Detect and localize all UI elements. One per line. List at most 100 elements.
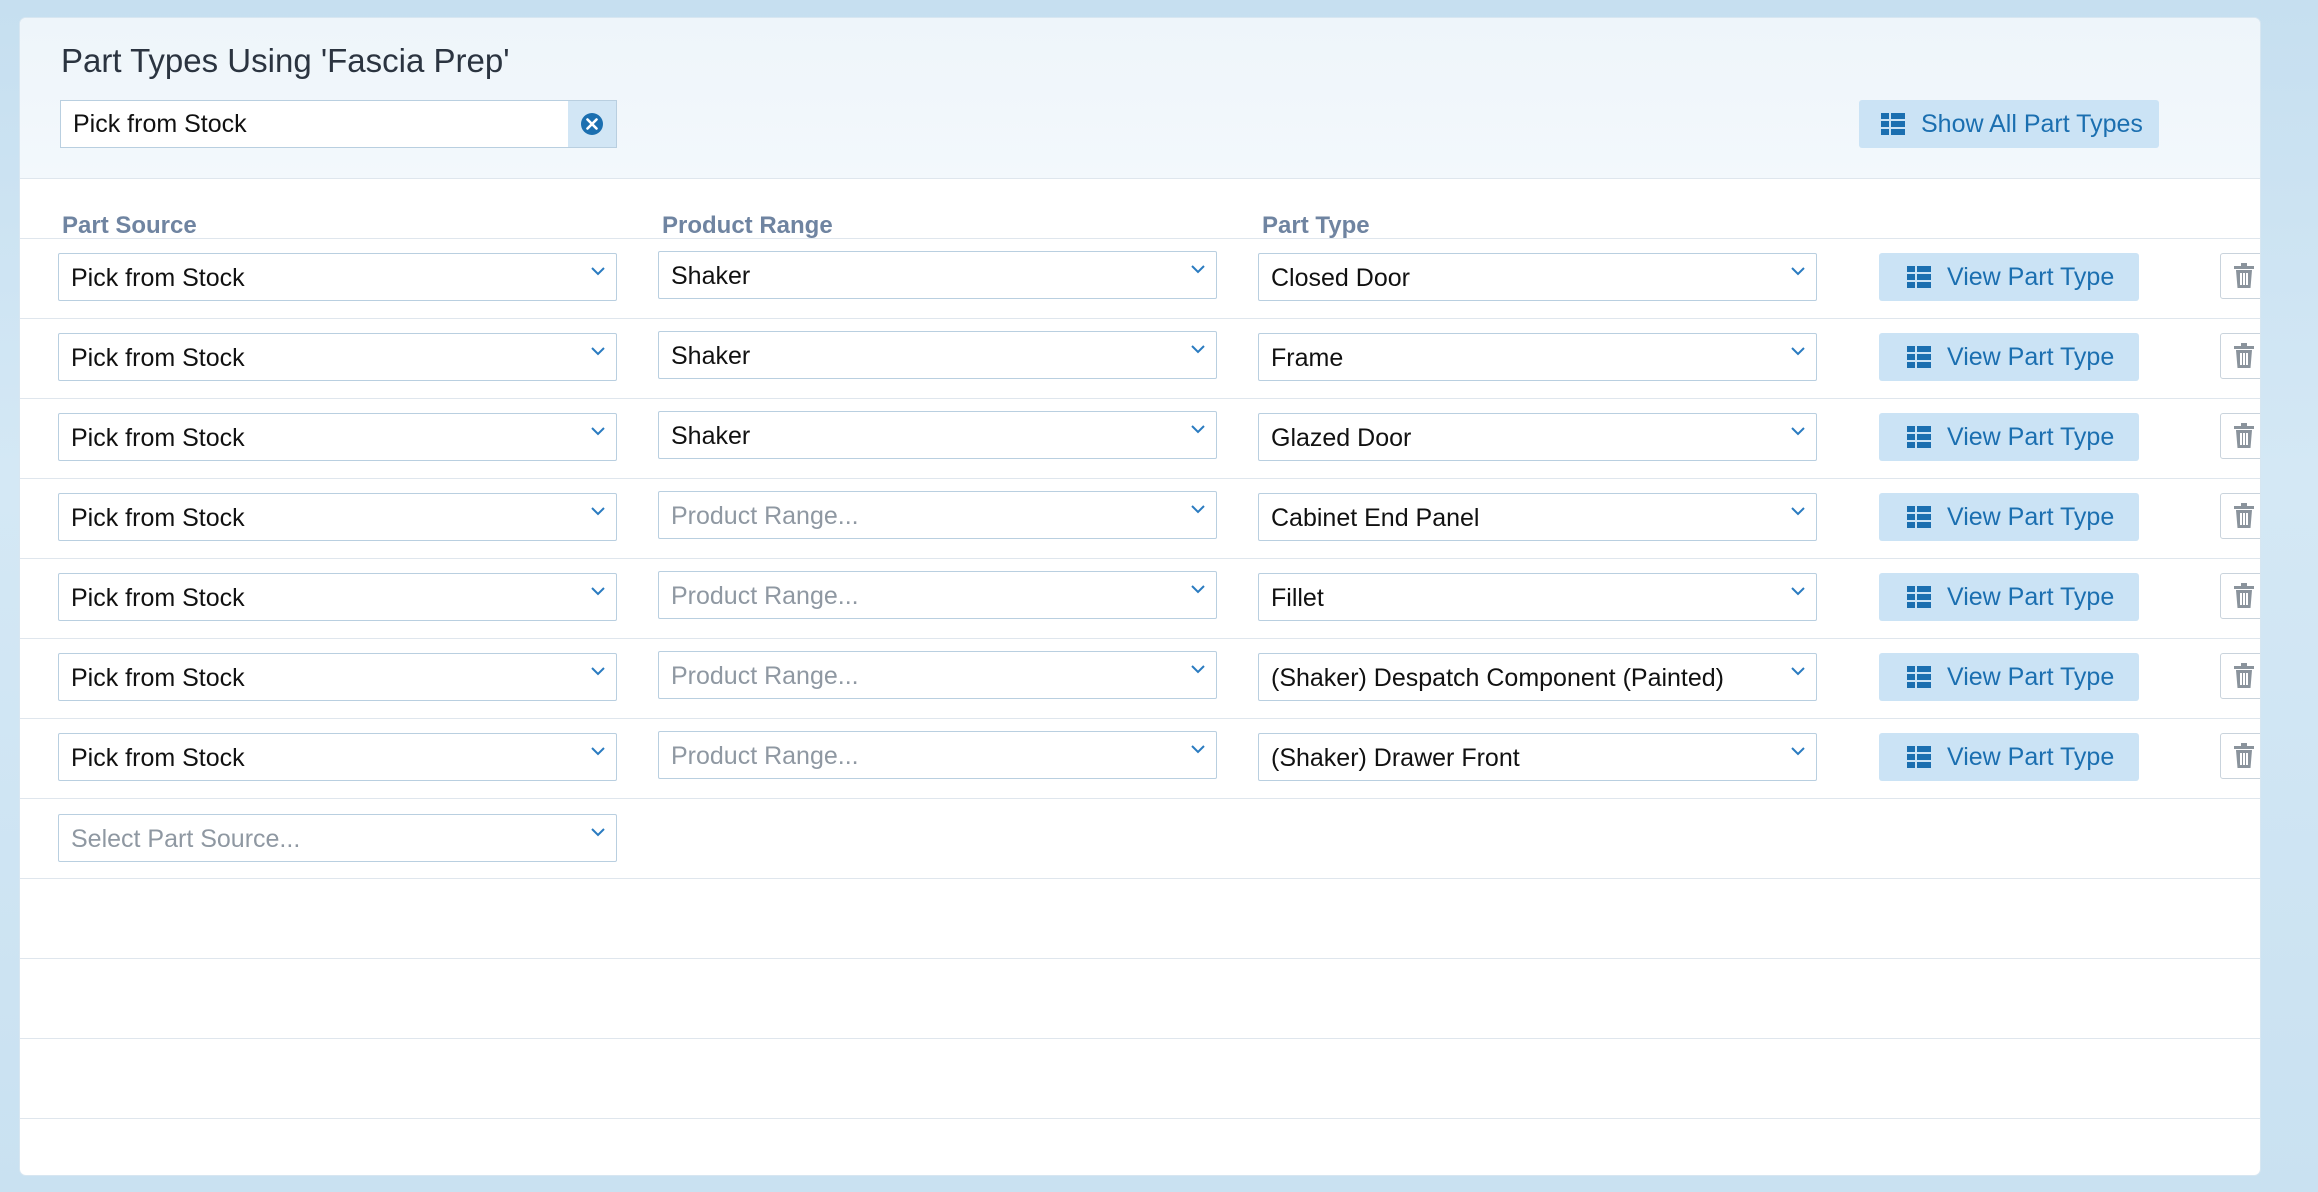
part-source-value: Pick from Stock [71,264,245,292]
chevron-down-icon [591,747,605,756]
product-range-select[interactable]: Product Range... [658,571,1217,619]
show-all-label: Show All Part Types [1921,109,2143,138]
part-type-select[interactable]: Glazed Door [1258,413,1817,461]
chevron-down-icon [1191,265,1205,274]
grid-icon [1907,746,1931,768]
delete-row-button[interactable] [2220,493,2260,539]
part-type-value: (Shaker) Drawer Front [1271,744,1520,772]
grid-icon [1907,346,1931,368]
part-source-select[interactable]: Pick from Stock [58,653,617,701]
part-source-select[interactable]: Pick from Stock [58,413,617,461]
part-source-select[interactable]: Pick from Stock [58,253,617,301]
delete-row-button[interactable] [2220,413,2260,459]
panel-header: Part Types Using 'Fascia Prep' Pick from… [20,18,2260,178]
view-part-type-label: View Part Type [1947,582,2115,611]
chevron-down-icon [1191,425,1205,434]
clear-filter-button[interactable] [568,101,616,147]
grid-icon [1907,506,1931,528]
part-type-select[interactable]: (Shaker) Drawer Front [1258,733,1817,781]
grid-icon [1907,266,1931,288]
part-source-filter[interactable]: Pick from Stock [60,100,617,148]
part-source-value: Pick from Stock [71,424,245,452]
table-row: Pick from Stock Shaker Closed Door View Par… [20,238,2260,318]
chevron-down-icon [591,828,605,837]
chevron-down-icon [591,507,605,516]
view-part-type-button[interactable]: View Part Type [1879,573,2139,621]
part-source-value: Pick from Stock [71,584,245,612]
row-divider [20,1038,2260,1039]
row-divider [20,958,2260,959]
trash-icon [2234,743,2254,768]
product-range-select[interactable]: Product Range... [658,731,1217,779]
part-source-select[interactable]: Pick from Stock [58,493,617,541]
part-type-select[interactable]: Fillet [1258,573,1817,621]
chevron-down-icon [1791,747,1805,756]
show-all-part-types-button[interactable]: Show All Part Types [1859,100,2159,148]
chevron-down-icon [1191,665,1205,674]
part-source-value: Pick from Stock [71,664,245,692]
product-range-select[interactable]: Shaker [658,251,1217,299]
delete-row-button[interactable] [2220,733,2260,779]
product-range-select[interactable]: Product Range... [658,651,1217,699]
delete-row-button[interactable] [2220,573,2260,619]
part-type-value: Fillet [1271,584,1324,612]
table-row: Pick from Stock Product Range... (Shaker) … [20,718,2260,798]
view-part-type-button[interactable]: View Part Type [1879,493,2139,541]
part-type-select[interactable]: Closed Door [1258,253,1817,301]
product-range-value: Product Range... [671,582,859,610]
table-row: Pick from Stock Product Range... Fillet Vie… [20,558,2260,638]
part-source-value: Pick from Stock [71,344,245,372]
delete-row-button[interactable] [2220,333,2260,379]
filter-value[interactable]: Pick from Stock [73,110,247,139]
product-range-select[interactable]: Product Range... [658,491,1217,539]
view-part-type-label: View Part Type [1947,422,2115,451]
chevron-down-icon [591,667,605,676]
trash-icon [2234,343,2254,368]
view-part-type-button[interactable]: View Part Type [1879,653,2139,701]
table-row: Pick from Stock Product Range... (Shaker) … [20,638,2260,718]
part-type-select[interactable]: Frame [1258,333,1817,381]
view-part-type-button[interactable]: View Part Type [1879,733,2139,781]
product-range-select[interactable]: Shaker [658,411,1217,459]
chevron-down-icon [591,427,605,436]
part-type-select[interactable]: (Shaker) Despatch Component (Painted) [1258,653,1817,701]
chevron-down-icon [1791,507,1805,516]
product-range-select[interactable]: Shaker [658,331,1217,379]
chevron-down-icon [1191,585,1205,594]
row-divider [20,878,2260,879]
view-part-type-button[interactable]: View Part Type [1879,413,2139,461]
delete-row-button[interactable] [2220,653,2260,699]
new-row: Select Part Source... [20,798,2260,878]
view-part-type-label: View Part Type [1947,262,2115,291]
new-part-source-placeholder: Select Part Source... [71,825,301,853]
header-divider [20,178,2260,179]
chevron-down-icon [591,347,605,356]
table-row: Pick from Stock Product Range... Cabinet E… [20,478,2260,558]
part-source-select[interactable]: Pick from Stock [58,573,617,621]
chevron-down-icon [1191,345,1205,354]
chevron-down-icon [1791,587,1805,596]
chevron-down-icon [1791,667,1805,676]
delete-row-button[interactable] [2220,253,2260,299]
part-types-panel: Part Types Using 'Fascia Prep' Pick from… [20,18,2260,1175]
view-part-type-button[interactable]: View Part Type [1879,253,2139,301]
trash-icon [2234,663,2254,688]
part-type-value: Glazed Door [1271,424,1412,452]
part-type-select[interactable]: Cabinet End Panel [1258,493,1817,541]
chevron-down-icon [1191,505,1205,514]
part-source-select[interactable]: Pick from Stock [58,733,617,781]
part-source-select[interactable]: Pick from Stock [58,333,617,381]
part-type-value: Cabinet End Panel [1271,504,1480,532]
trash-icon [2234,583,2254,608]
view-part-type-button[interactable]: View Part Type [1879,333,2139,381]
chevron-down-icon [1791,427,1805,436]
view-part-type-label: View Part Type [1947,342,2115,371]
grid-icon [1881,113,1905,135]
table-row: Pick from Stock Shaker Glazed Door View Par… [20,398,2260,478]
trash-icon [2234,263,2254,288]
new-part-source-select[interactable]: Select Part Source... [58,814,617,862]
part-type-value: (Shaker) Despatch Component (Painted) [1271,664,1725,692]
grid-icon [1907,426,1931,448]
grid-icon [1907,666,1931,688]
part-type-value: Frame [1271,344,1344,372]
